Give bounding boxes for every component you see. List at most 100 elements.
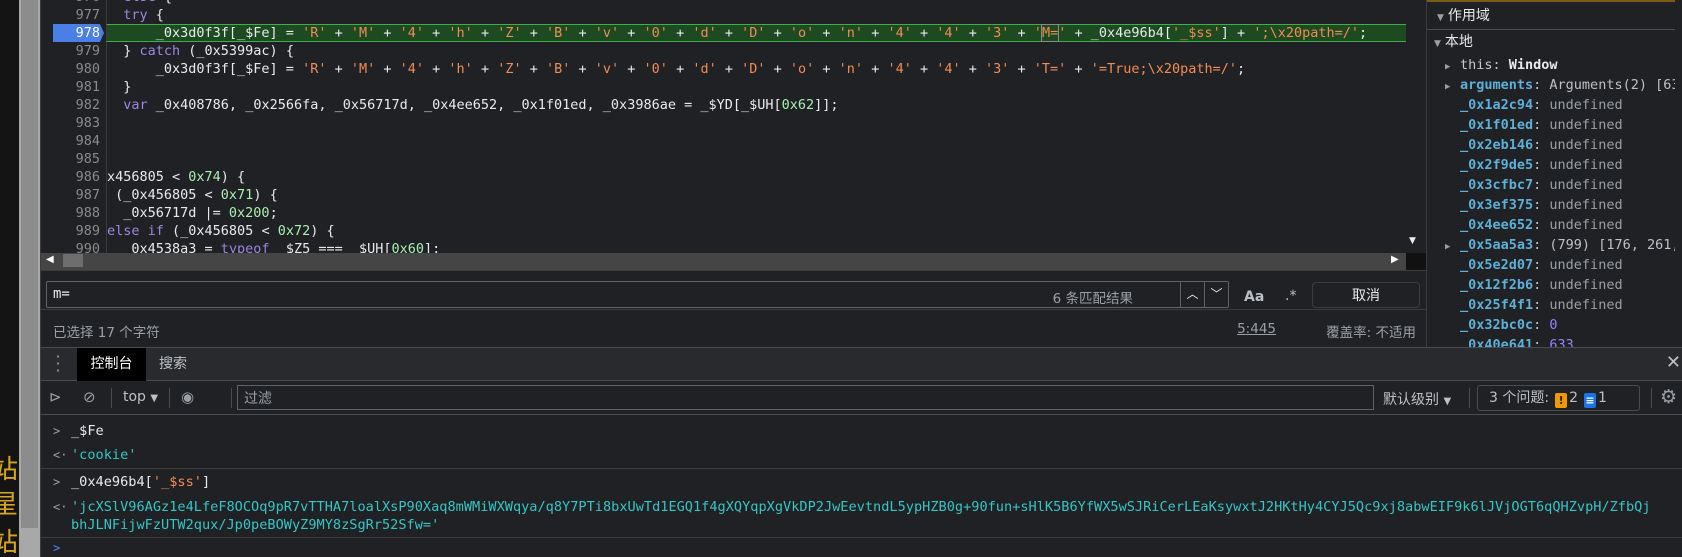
cancel-button[interactable]: 取消 bbox=[1312, 282, 1420, 308]
scroll-left-icon[interactable]: ◀ bbox=[46, 254, 54, 265]
code-line[interactable]: 977 try { bbox=[41, 6, 1421, 24]
issues-button[interactable]: 3 个问题:! 2 ≡ 1 bbox=[1477, 385, 1640, 411]
scroll-right-icon[interactable]: ▶ bbox=[1391, 254, 1399, 265]
scope-variable[interactable]: _0x5e2d07: undefined bbox=[1445, 255, 1623, 275]
line-number[interactable]: 980 bbox=[41, 60, 100, 78]
editor-vertical-scrollbar[interactable]: ▼ bbox=[1406, 0, 1421, 253]
line-number[interactable]: 987 bbox=[41, 186, 100, 204]
page-scrollbar[interactable] bbox=[19, 0, 40, 557]
code-token: + bbox=[960, 25, 986, 41]
variable-name: _0x40e641 bbox=[1460, 337, 1534, 347]
line-number[interactable]: 986 bbox=[41, 168, 100, 186]
code-token: 'v' bbox=[594, 25, 620, 41]
more-vertical-icon[interactable]: · · · bbox=[55, 349, 61, 379]
line-number[interactable]: 978 bbox=[53, 24, 104, 42]
code-line[interactable]: 988 _0x56717d |= 0x200; bbox=[41, 204, 1421, 222]
code-token: ) { bbox=[220, 169, 246, 185]
gear-icon[interactable]: ⚙ bbox=[1660, 386, 1677, 408]
separator: : bbox=[1533, 217, 1550, 233]
line-number[interactable]: 985 bbox=[41, 150, 100, 168]
code-line[interactable]: 989 else if (_0x456805 < 0x72) { bbox=[41, 222, 1421, 240]
code-line[interactable]: 990 0x4538a3 = typeof _$Z5 === _$UH[0x60… bbox=[41, 240, 1421, 253]
code-token: 'n' bbox=[838, 61, 864, 77]
line-number[interactable]: 988 bbox=[41, 204, 100, 222]
code-token: + bbox=[667, 61, 693, 77]
scope-variable[interactable]: ▶ arguments: Arguments(2) [633, bbox=[1445, 75, 1682, 95]
eye-icon[interactable]: ◉ bbox=[181, 388, 194, 406]
scope-variable[interactable]: _0x3ef375: undefined bbox=[1445, 195, 1623, 215]
line-number[interactable]: 979 bbox=[41, 42, 100, 60]
code-line[interactable]: 983 bbox=[41, 114, 1421, 132]
code-line[interactable]: 981 } bbox=[41, 78, 1421, 96]
tab-search[interactable]: 搜索 bbox=[148, 348, 198, 381]
scope-variable[interactable]: _0x40e641: 633 bbox=[1445, 335, 1574, 347]
code-token: ';\x20path=/' bbox=[1253, 25, 1359, 41]
match-case-button[interactable]: Aa bbox=[1244, 289, 1264, 305]
drawer-tab-bar: · · · 控制台 搜索 ✕ bbox=[41, 347, 1682, 381]
code-token: 'd' bbox=[692, 25, 717, 41]
scope-local[interactable]: ▼ 本地 bbox=[1434, 32, 1473, 54]
code-line[interactable]: 986 x456805 < 0x74) { bbox=[41, 168, 1421, 186]
scroll-down-icon[interactable]: ▼ bbox=[1409, 236, 1416, 246]
prev-match-button[interactable]: ︿ bbox=[1180, 282, 1204, 307]
scope-variable[interactable]: _0x2f9de5: undefined bbox=[1445, 155, 1623, 175]
editor-horizontal-scrollbar[interactable]: ◀ ▶ bbox=[41, 253, 1406, 270]
context-selector[interactable]: top ▼ bbox=[123, 389, 158, 405]
code-line[interactable]: 984 bbox=[41, 132, 1421, 150]
scope-header[interactable]: ▼ 作用域 bbox=[1427, 2, 1682, 30]
line-number[interactable]: 990 bbox=[41, 240, 100, 253]
line-number[interactable]: 984 bbox=[41, 132, 100, 150]
tab-console[interactable]: 控制台 bbox=[77, 348, 146, 381]
line-number[interactable]: 982 bbox=[41, 96, 100, 114]
expand-triangle-icon[interactable]: ▶ bbox=[1445, 77, 1456, 97]
scope-variable[interactable]: ▶ this: Window bbox=[1445, 55, 1558, 75]
code-token: typeof bbox=[220, 241, 270, 253]
expand-triangle-icon[interactable]: ▶ bbox=[1445, 57, 1456, 77]
scope-scrollbar[interactable] bbox=[1675, 0, 1682, 347]
line-number[interactable]: 977 bbox=[41, 6, 100, 24]
scrollbar-thumb[interactable] bbox=[63, 254, 83, 267]
code-token: + bbox=[814, 25, 839, 41]
scope-variable[interactable]: _0x3cfbc7: undefined bbox=[1445, 175, 1623, 195]
find-input-box[interactable]: 6 条匹配结果 ︿ ﹀ bbox=[46, 281, 1229, 308]
line-number[interactable]: 983 bbox=[41, 114, 100, 132]
code-line[interactable]: 985 bbox=[41, 150, 1421, 168]
scope-variable[interactable]: _0x4ee652: undefined bbox=[1445, 215, 1623, 235]
code-line[interactable]: 979 } catch (_0x5399ac) { bbox=[41, 42, 1421, 60]
separator: : bbox=[1533, 257, 1550, 273]
code-line[interactable]: 982 var _0x408786, _0x2566fa, _0x56717d,… bbox=[41, 96, 1421, 114]
variable-name: _0x2eb146 bbox=[1460, 137, 1534, 153]
log-level-selector[interactable]: 默认级别 ▼ bbox=[1383, 389, 1451, 409]
scope-variable[interactable]: _0x12f2b6: undefined bbox=[1445, 275, 1623, 295]
scope-variable[interactable]: _0x25f4f1: undefined bbox=[1445, 295, 1623, 315]
scope-variable[interactable]: _0x1f01ed: undefined bbox=[1445, 115, 1623, 135]
divider bbox=[169, 388, 170, 408]
console-input-text: _0x4e96b4['_$ss'] bbox=[71, 473, 210, 491]
filter-input[interactable] bbox=[237, 385, 1374, 410]
sidebar-toggle-icon[interactable]: ⊳ bbox=[49, 388, 62, 406]
expand-triangle-icon[interactable]: ▶ bbox=[1445, 237, 1456, 257]
source-editor[interactable]: 976 else {977 try {978 _0x3d0f3f[_$Fe] =… bbox=[41, 0, 1421, 253]
scope-variable[interactable]: _0x2eb146: undefined bbox=[1445, 135, 1623, 155]
page-scrollbar-thumb[interactable] bbox=[21, 0, 38, 528]
result-arrow-icon: <· bbox=[53, 448, 68, 462]
close-icon[interactable]: ✕ bbox=[1666, 352, 1681, 373]
regex-button[interactable]: .* bbox=[1285, 288, 1296, 304]
clear-console-icon[interactable]: ⊘ bbox=[83, 388, 96, 406]
scope-variable[interactable]: _0x1a2c94: undefined bbox=[1445, 95, 1623, 115]
code-token: '4' bbox=[887, 61, 912, 77]
console-output[interactable]: > _$Fe <·'cookie' > _0x4e96b4['_$ss'] <·'j… bbox=[41, 415, 1682, 557]
level-label: 默认级别 bbox=[1383, 392, 1439, 408]
code-line[interactable]: 980 _0x3d0f3f[_$Fe] = 'R' + 'M' + '4' + … bbox=[41, 60, 1421, 78]
find-input[interactable] bbox=[53, 286, 953, 302]
next-match-button[interactable]: ﹀ bbox=[1204, 282, 1228, 307]
line-number[interactable]: 981 bbox=[41, 78, 100, 96]
scope-variable[interactable]: _0x32bc0c: 0 bbox=[1445, 315, 1558, 335]
code-line-current[interactable]: 978 _0x3d0f3f[_$Fe] = 'R' + 'M' + '4' + … bbox=[41, 24, 1421, 42]
scope-variable[interactable]: ▶ _0x5aa5a3: (799) [176, 261, bbox=[1445, 235, 1679, 255]
console-result-text[interactable]: 'jcXSlV96AGz1e4LfeF8OCOq9pR7vTTHA7loalXs… bbox=[71, 498, 1651, 534]
line-number[interactable]: 989 bbox=[41, 222, 100, 240]
code-token: + bbox=[375, 61, 400, 77]
cursor-position-link[interactable]: 5:445 bbox=[1237, 321, 1276, 337]
code-line[interactable]: 987 (_0x456805 < 0x71) { bbox=[41, 186, 1421, 204]
